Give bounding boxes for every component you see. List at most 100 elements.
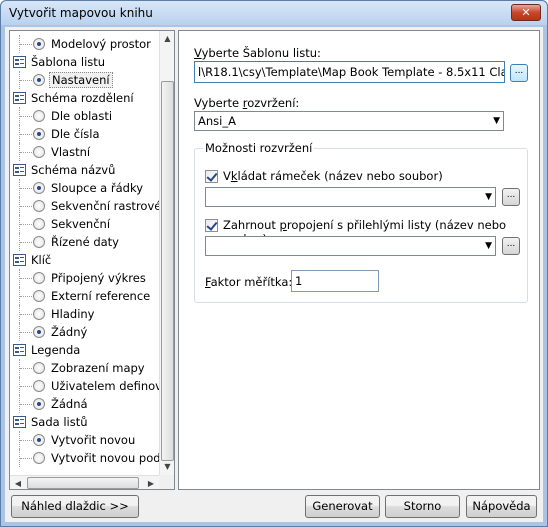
layout-label: Vyberte rozvržení:: [194, 96, 300, 110]
help-button[interactable]: Nápověda: [466, 495, 537, 518]
tree-connector: [20, 116, 32, 117]
adjacent-select[interactable]: ▼: [205, 236, 496, 256]
tree-connector: [20, 206, 32, 207]
tree-option[interactable]: Řízené daty: [10, 233, 159, 251]
tree-option[interactable]: Zobrazení mapy: [10, 359, 159, 377]
insert-frame-checkbox[interactable]: [205, 170, 218, 183]
tree-option[interactable]: Nastavení: [10, 71, 159, 89]
layout-select-value: Ansi_A: [198, 114, 236, 128]
generate-button[interactable]: Generovat: [305, 495, 380, 518]
tree-option[interactable]: Dle čísla: [10, 125, 159, 143]
tree-group-header[interactable]: Šablona listu: [10, 53, 159, 71]
tree-option[interactable]: Sekvenční: [10, 215, 159, 233]
radio-button-icon[interactable]: [33, 272, 45, 284]
tree-item-label: Hladiny: [51, 307, 95, 321]
tree-connector: [20, 314, 32, 315]
tree-item-label: Zobrazení mapy: [51, 361, 145, 375]
radio-button-icon[interactable]: [33, 380, 45, 392]
scroll-right-icon[interactable]: ▶: [143, 476, 159, 489]
tree-vertical-scrollbar[interactable]: ▲ ▼: [159, 31, 174, 475]
tree-connector: [20, 242, 32, 243]
radio-button-icon[interactable]: [33, 200, 45, 212]
tree-option[interactable]: Sekvenční rastrové: [10, 197, 159, 215]
radio-button-icon[interactable]: [33, 236, 45, 248]
tree-option[interactable]: Vytvořit novou: [10, 431, 159, 449]
tree-connector: [20, 404, 32, 405]
frame-browse-button[interactable]: ...: [502, 188, 520, 206]
layout-options-title: Možnosti rozvržení: [203, 141, 315, 155]
title-bar[interactable]: Vytvořit mapovou knihu ✕: [1, 1, 547, 25]
radio-button-icon[interactable]: [33, 74, 45, 86]
chevron-down-icon: ▼: [485, 192, 492, 202]
radio-button-icon[interactable]: [33, 434, 45, 446]
tree-connector: [20, 278, 32, 279]
radio-button-icon[interactable]: [33, 128, 45, 140]
radio-button-icon[interactable]: [33, 398, 45, 410]
scroll-up-icon[interactable]: ▲: [160, 31, 174, 47]
tree-item-label: Žádný: [51, 325, 88, 339]
radio-button-icon[interactable]: [33, 362, 45, 374]
group-icon: [13, 92, 26, 104]
tree-option[interactable]: Žádná: [10, 395, 159, 413]
preview-tiles-button[interactable]: Náhled dlaždic >>: [11, 495, 139, 518]
template-label: Vyberte Šablonu listu:: [194, 46, 321, 60]
tree-option[interactable]: Uživatelem definovaný: [10, 377, 159, 395]
tree-item-label: Nastavení: [49, 72, 113, 88]
close-button[interactable]: ✕: [511, 4, 541, 21]
tree-group-header[interactable]: Schéma rozdělení: [10, 89, 159, 107]
layout-select[interactable]: Ansi_A ▼: [194, 111, 504, 131]
tree-item-label: Modelový prostor: [51, 37, 151, 51]
radio-button-icon[interactable]: [33, 308, 45, 320]
scroll-down-icon[interactable]: ▼: [160, 459, 174, 475]
tree-option[interactable]: Vlastní: [10, 143, 159, 161]
chevron-down-icon: ▼: [493, 116, 500, 126]
hscroll-thumb[interactable]: [27, 477, 139, 489]
chevron-down-icon: ▼: [485, 241, 492, 251]
scroll-thumb[interactable]: [161, 81, 174, 461]
radio-button-icon[interactable]: [33, 146, 45, 158]
insert-frame-label: Vkládat rámeček (název nebo soubor): [223, 169, 443, 183]
frame-select[interactable]: ▼: [205, 187, 496, 207]
tree-connector: [20, 224, 32, 225]
radio-button-icon[interactable]: [33, 38, 45, 50]
tree-group-header[interactable]: Schéma názvů: [10, 161, 159, 179]
radio-button-icon[interactable]: [33, 326, 45, 338]
tree-group-header[interactable]: Klíč: [10, 251, 159, 269]
tree-connector: [20, 44, 32, 45]
radio-button-icon[interactable]: [33, 110, 45, 122]
tree-option[interactable]: Připojený výkres: [10, 269, 159, 287]
group-icon: [13, 56, 26, 68]
scroll-left-icon[interactable]: ◀: [10, 476, 26, 489]
tree-connector: [20, 386, 32, 387]
tree-option[interactable]: Vytvořit novou pod: [10, 449, 159, 467]
tree-option[interactable]: Modelový prostor: [10, 35, 159, 53]
tree-group-header[interactable]: Legenda: [10, 341, 159, 359]
tree-group-header[interactable]: Sada listů: [10, 413, 159, 431]
scale-label: Faktor měřítka:: [205, 275, 293, 289]
radio-button-icon[interactable]: [33, 290, 45, 302]
tree-option[interactable]: Dle oblasti: [10, 107, 159, 125]
tree-item-label: Dle oblasti: [51, 109, 113, 123]
radio-button-icon[interactable]: [33, 452, 45, 464]
template-path-input[interactable]: l\R18.1\csy\Template\Map Book Template -…: [194, 61, 505, 83]
settings-panel: Vyberte Šablonu listu: l\R18.1\csy\Templ…: [178, 30, 540, 490]
group-icon: [13, 344, 26, 356]
radio-button-icon[interactable]: [33, 182, 45, 194]
tree-item-label: Schéma názvů: [31, 163, 116, 177]
tree-horizontal-scrollbar[interactable]: ◀ ▶: [10, 475, 159, 489]
tree-option[interactable]: Sloupce a řádky: [10, 179, 159, 197]
adjacent-browse-button[interactable]: ...: [502, 237, 520, 255]
cancel-button[interactable]: Storno: [385, 495, 460, 518]
window-title: Vytvořit mapovou knihu: [9, 6, 153, 20]
adjacent-sheets-checkbox[interactable]: [205, 219, 218, 232]
tree-item-label: Dle čísla: [51, 127, 100, 141]
template-browse-button[interactable]: ...: [510, 64, 528, 82]
tree-list: Modelový prostor Šablona listu Nastavení Sc…: [10, 31, 159, 475]
tree-item-label: Řízené daty: [51, 235, 119, 249]
tree-item-label: Sloupce a řádky: [51, 181, 144, 195]
tree-option[interactable]: Hladiny: [10, 305, 159, 323]
radio-button-icon[interactable]: [33, 218, 45, 230]
scale-input[interactable]: 1: [291, 270, 379, 292]
tree-option[interactable]: Externí reference: [10, 287, 159, 305]
tree-option[interactable]: Žádný: [10, 323, 159, 341]
